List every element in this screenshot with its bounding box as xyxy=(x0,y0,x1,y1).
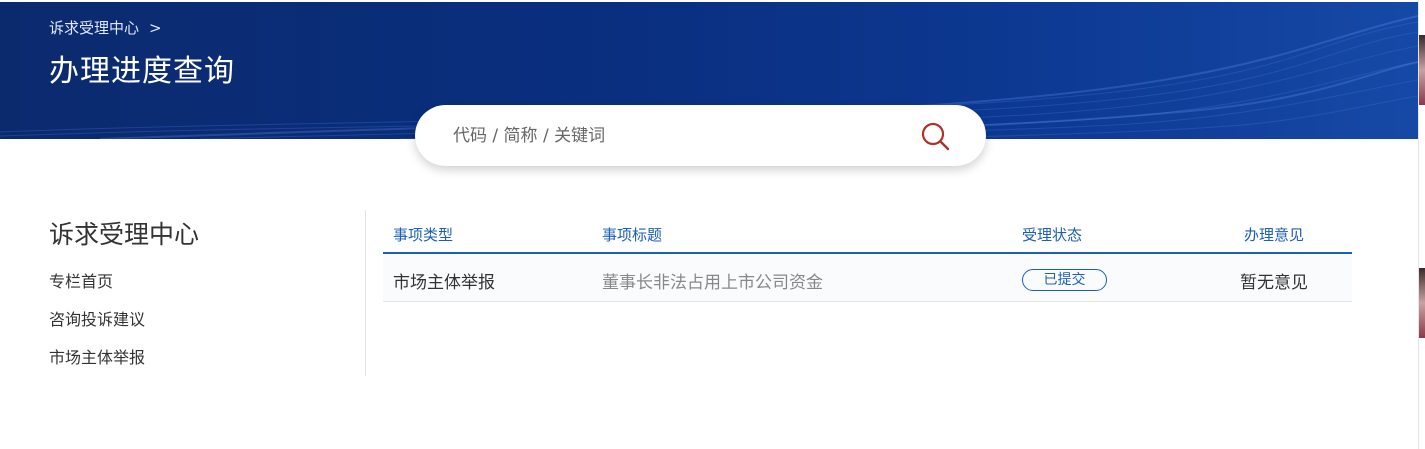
cell-type: 市场主体举报 xyxy=(393,273,495,293)
breadcrumb-link[interactable]: 诉求受理中心 xyxy=(49,17,139,38)
chevron-right-icon: > xyxy=(149,18,162,37)
progress-table: 事项类型 事项标题 受理状态 办理意见 市场主体举报 董事长非法占用上市公司资金… xyxy=(383,222,1352,302)
column-header-opinion: 办理意见 xyxy=(1244,226,1305,244)
cell-opinion: 暂无意见 xyxy=(1240,273,1308,293)
column-header-type: 事项类型 xyxy=(393,226,454,244)
sidebar: 诉求受理中心 专栏首页 咨询投诉建议 市场主体举报 xyxy=(49,210,366,376)
page-title: 办理进度查询 xyxy=(49,54,235,89)
edge-thumbnail xyxy=(1419,35,1425,105)
sidebar-item-home[interactable]: 专栏首页 xyxy=(49,268,113,292)
search-input[interactable] xyxy=(451,124,895,147)
search-icon[interactable] xyxy=(920,121,950,151)
edge-thumbnail xyxy=(1419,268,1425,338)
search-bar xyxy=(415,105,986,166)
sidebar-title: 诉求受理中心 xyxy=(49,220,200,249)
column-header-title: 事项标题 xyxy=(602,226,663,244)
sidebar-item-market-report[interactable]: 市场主体举报 xyxy=(49,344,145,368)
column-header-status: 受理状态 xyxy=(1022,226,1083,244)
cell-title[interactable]: 董事长非法占用上市公司资金 xyxy=(602,268,823,293)
table-row[interactable]: 市场主体举报 董事长非法占用上市公司资金 已提交 暂无意见 xyxy=(383,254,1352,302)
status-badge: 已提交 xyxy=(1022,269,1107,291)
table-header: 事项类型 事项标题 受理状态 办理意见 xyxy=(383,222,1352,254)
sidebar-item-consult-complaint[interactable]: 咨询投诉建议 xyxy=(49,306,145,330)
breadcrumb: 诉求受理中心 > xyxy=(49,17,162,38)
